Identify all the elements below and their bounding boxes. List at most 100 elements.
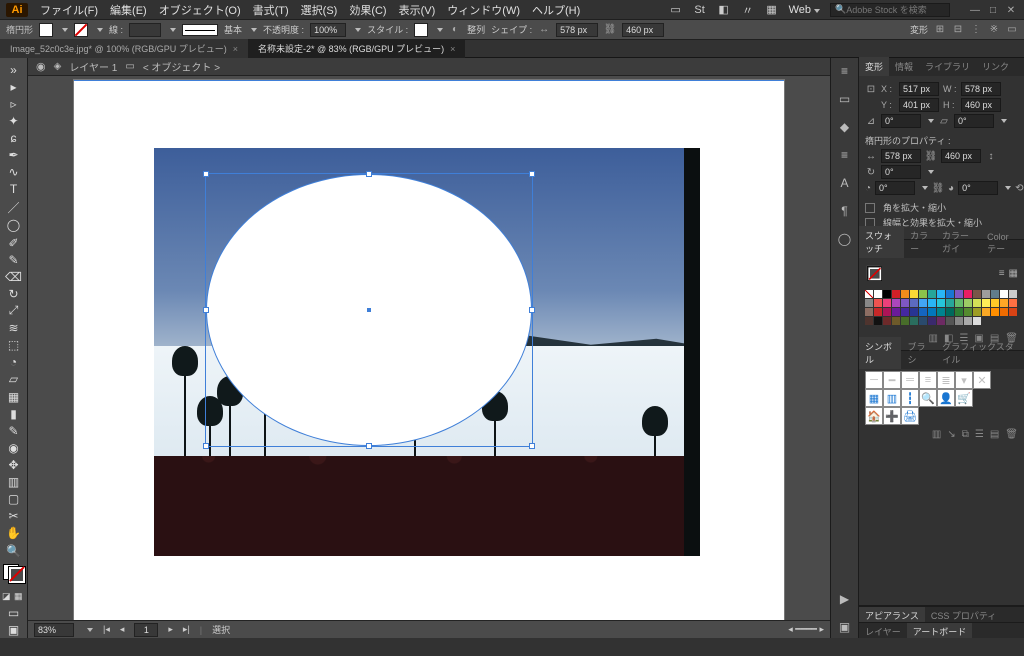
pie-end-field[interactable]: 0° — [958, 181, 998, 195]
swatch[interactable] — [973, 290, 981, 298]
swatch[interactable] — [991, 290, 999, 298]
panel-strip-icon[interactable]: A — [834, 172, 856, 194]
screen-mode-icon[interactable]: ▣ — [2, 623, 26, 638]
line-tool[interactable]: ／ — [2, 199, 26, 216]
swatch[interactable] — [874, 308, 882, 316]
pen-tool[interactable]: ✒ — [2, 148, 26, 163]
recolor-icon[interactable]: ◐ — [449, 24, 461, 36]
symbol-item[interactable]: ▦ — [865, 389, 883, 407]
reference-point-icon[interactable]: ⊡ — [865, 83, 877, 95]
eyedropper-tool[interactable]: ✎ — [2, 423, 26, 438]
menu-edit[interactable]: 編集(E) — [110, 2, 147, 18]
scrollbar-h[interactable]: ◂ ━━━━ ▸ — [788, 624, 824, 635]
symbol-item[interactable]: ≣ — [937, 371, 955, 389]
swatch[interactable] — [1000, 308, 1008, 316]
control-icon[interactable]: ▭ — [1006, 24, 1018, 36]
visibility-icon[interactable]: ◉ — [36, 60, 46, 73]
curvature-tool[interactable]: ∿ — [2, 165, 26, 180]
gradient-tool[interactable]: ▮ — [2, 406, 26, 421]
swatch[interactable] — [865, 317, 873, 325]
selection-bounding-box[interactable] — [205, 173, 533, 447]
tabs-toggle-icon[interactable]: » — [2, 62, 26, 77]
swatch[interactable] — [883, 299, 891, 307]
link-wh-icon[interactable]: ⛓ — [604, 24, 616, 36]
control-icon[interactable]: ※ — [988, 24, 1000, 36]
top-icon[interactable]: ▭ — [669, 3, 683, 17]
artboard-prev-icon[interactable]: ◂ — [120, 624, 125, 635]
type-tool[interactable]: T — [2, 182, 26, 197]
symbol-item[interactable]: ✕ — [973, 371, 991, 389]
swatch[interactable] — [892, 308, 900, 316]
resize-handle[interactable] — [529, 171, 535, 177]
angle-field[interactable]: 0° — [881, 114, 921, 128]
swatch[interactable] — [865, 308, 873, 316]
swatch[interactable] — [928, 299, 936, 307]
top-icon[interactable]: ◧ — [717, 3, 731, 17]
swatch[interactable] — [955, 290, 963, 298]
workspace-switcher[interactable]: Web — [789, 4, 820, 16]
shaper-tool[interactable]: ✎ — [2, 252, 26, 267]
symbol-item[interactable]: ▾ — [955, 371, 973, 389]
menu-view[interactable]: 表示(V) — [399, 2, 436, 18]
swatch[interactable] — [937, 308, 945, 316]
window-close[interactable]: ✕ — [1004, 5, 1018, 15]
swatch[interactable] — [955, 299, 963, 307]
swatch-view-icon[interactable]: ▦ — [1009, 268, 1018, 279]
fill-swatch[interactable] — [39, 23, 53, 37]
scale-corners-checkbox[interactable] — [865, 203, 875, 213]
menu-effect[interactable]: 効果(C) — [349, 2, 386, 18]
delete-symbol-icon[interactable]: 🗑 — [1005, 429, 1018, 440]
symbol-item[interactable]: ▥ — [883, 389, 901, 407]
swatch-view-icon[interactable]: ≡ — [999, 268, 1005, 279]
swatch[interactable] — [946, 299, 954, 307]
swatch[interactable] — [910, 290, 918, 298]
color-mode-icons[interactable]: ◪▦ — [2, 589, 26, 604]
control-icon[interactable]: ⊞ — [934, 24, 946, 36]
panel-tab-appearance[interactable]: アピアランス — [859, 607, 925, 622]
swatch[interactable] — [982, 290, 990, 298]
artboard-prev-first-icon[interactable]: |◂ — [103, 624, 110, 635]
rotate-tool[interactable]: ↻ — [2, 286, 26, 301]
fill-stroke-indicator[interactable] — [3, 564, 25, 582]
slice-tool[interactable]: ✂ — [2, 509, 26, 524]
control-icon[interactable]: ⋮ — [970, 24, 982, 36]
swatch[interactable] — [964, 299, 972, 307]
shape-tool[interactable]: ◯ — [2, 218, 26, 233]
rotate-icon[interactable]: ↻ — [865, 166, 877, 178]
symbol-libraries-icon[interactable]: ▥ — [932, 429, 941, 440]
symbol-options-icon[interactable]: ☰ — [975, 429, 984, 440]
menu-window[interactable]: ウィンドウ(W) — [447, 2, 520, 18]
swatch[interactable] — [937, 299, 945, 307]
swatch[interactable] — [1009, 290, 1017, 298]
selection-tool[interactable]: ▸ — [2, 79, 26, 94]
opacity-field[interactable]: 100% — [310, 23, 346, 37]
document-tab-active[interactable]: 名称未設定-2* @ 83% (RGB/GPU プレビュー)× — [248, 39, 465, 58]
swatch[interactable] — [901, 290, 909, 298]
swatch[interactable] — [955, 308, 963, 316]
stroke-style-sample[interactable] — [182, 24, 218, 36]
window-minimize[interactable]: ― — [968, 5, 982, 15]
symbol-item[interactable]: ➕ — [883, 407, 901, 425]
swatch[interactable] — [892, 299, 900, 307]
panel-strip-icon[interactable]: ¶ — [834, 200, 856, 222]
magic-wand-tool[interactable]: ✦ — [2, 113, 26, 128]
resize-handle[interactable] — [529, 443, 535, 449]
swatch[interactable] — [946, 317, 954, 325]
menu-select[interactable]: 選択(S) — [301, 2, 338, 18]
control-width-field[interactable]: 578 px — [556, 23, 598, 37]
shape-builder-tool[interactable]: ◔ — [2, 355, 26, 370]
swatch[interactable] — [1009, 308, 1017, 316]
resize-handle[interactable] — [203, 443, 209, 449]
swatch[interactable] — [865, 299, 873, 307]
panel-strip-icon[interactable]: ▣ — [834, 616, 856, 638]
symbol-item[interactable]: 🏠 — [865, 407, 883, 425]
swatch[interactable] — [1009, 299, 1017, 307]
swatch[interactable] — [946, 290, 954, 298]
x-field[interactable]: 517 px — [899, 82, 939, 96]
resize-handle[interactable] — [203, 307, 209, 313]
swatch[interactable] — [910, 308, 918, 316]
swatch[interactable] — [973, 299, 981, 307]
panel-tab-color[interactable]: カラー — [904, 226, 936, 258]
swatch[interactable] — [883, 308, 891, 316]
width-tool[interactable]: ≋ — [2, 321, 26, 336]
